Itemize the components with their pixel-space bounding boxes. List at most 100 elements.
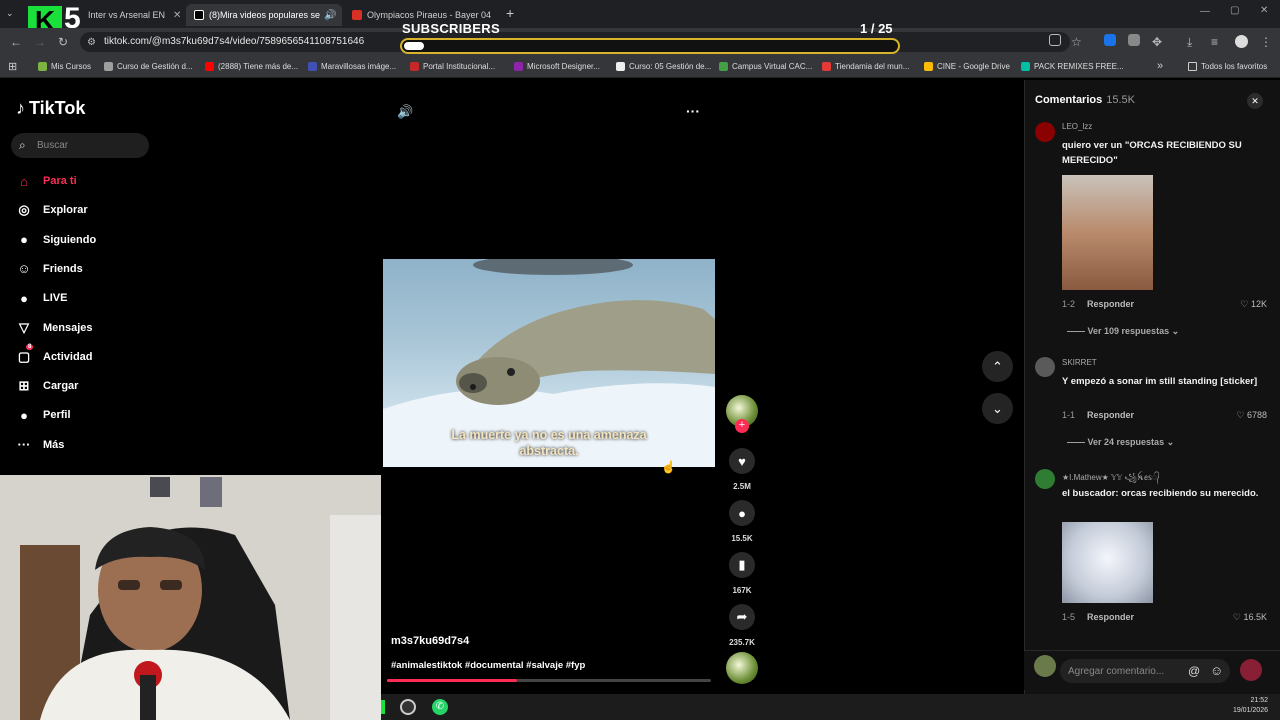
comment-image[interactable] xyxy=(1062,522,1153,603)
mute-icon[interactable]: 🔊 xyxy=(324,10,336,21)
view-replies[interactable]: —— Ver 109 respuestas ⌄ xyxy=(1067,326,1179,337)
volume-icon[interactable]: 🔊 xyxy=(397,104,413,120)
back-icon[interactable]: ← xyxy=(10,35,22,49)
sidebar-item-mensajes[interactable]: ▽ Mensajes xyxy=(16,320,93,336)
upload-icon: ⊞ xyxy=(18,378,30,394)
sidebar-item-más[interactable]: ··· Más xyxy=(16,437,65,453)
clock-date: 19/01/2026 xyxy=(1232,707,1268,714)
sidebar-item-friends[interactable]: ☺ Friends xyxy=(16,261,82,277)
video-hashtags[interactable]: #animalestiktok #documental #salvaje #fy… xyxy=(391,660,585,671)
comment-like-count: 12K xyxy=(1250,299,1267,309)
sidebar-item-explorar[interactable]: ◎ Explorar xyxy=(16,202,87,218)
clock-time: 21:52 xyxy=(1250,697,1268,704)
close-icon[interactable]: ✕ xyxy=(173,10,181,21)
like-button[interactable]: ♥ xyxy=(729,448,755,474)
sidebar-item-para-ti[interactable]: ⌂ Para ti xyxy=(16,173,77,189)
bookmark-item[interactable]: Microsoft Designer... xyxy=(514,62,600,71)
taskbar-obs-icon[interactable] xyxy=(400,699,416,715)
comment-like[interactable]: ♡ 6788 xyxy=(1223,410,1267,421)
tab-inter-arsenal[interactable]: Inter vs Arsenal EN ✕ xyxy=(80,4,182,26)
olympiacos-favicon-icon xyxy=(352,10,362,20)
cast-icon[interactable] xyxy=(1049,34,1061,46)
bookmark-item[interactable]: Mis Cursos xyxy=(38,62,91,71)
bookmark-item[interactable]: Curso de Gestión d... xyxy=(104,62,193,71)
whatsapp-icon[interactable]: ✆ xyxy=(432,699,448,715)
system-clock[interactable]: 21:52 19/01/2026 xyxy=(1233,696,1268,716)
tiktok-logo[interactable]: ♪ TikTok xyxy=(16,98,85,119)
sidebar-item-siguiendo[interactable]: ● Siguiendo xyxy=(16,232,96,248)
tab-list-button[interactable]: ⌄ xyxy=(6,8,14,19)
comment-text: quiero ver un "ORCAS RECIBIENDO SU MEREC… xyxy=(1062,140,1242,166)
follow-plus-icon[interactable]: + xyxy=(735,419,749,433)
view-replies[interactable]: —— Ver 24 respuestas ⌄ xyxy=(1067,437,1174,448)
tab-tiktok[interactable]: (8)Mira videos populares se 🔊 ✕ xyxy=(186,4,342,26)
search-icon: ⌕ xyxy=(19,138,26,152)
bookmark-item[interactable]: Campus Virtual CAC... xyxy=(719,62,812,71)
share-button[interactable]: ➦ xyxy=(729,604,755,630)
bookmark-label: CINE - Google Drive xyxy=(937,62,1010,71)
reply-button[interactable]: Responder xyxy=(1087,299,1134,309)
all-favorites-folder[interactable]: Todos los favoritos xyxy=(1188,62,1267,71)
extension-icon[interactable] xyxy=(1104,34,1116,46)
extensions-puzzle-icon[interactable]: ✥ xyxy=(1152,35,1162,49)
comment-input[interactable]: Agregar comentario... xyxy=(1060,659,1230,683)
forward-icon[interactable]: → xyxy=(34,35,46,49)
comment-button[interactable]: ● xyxy=(729,500,755,526)
bookmark-item[interactable]: (2888) Tiene más de... xyxy=(205,62,298,71)
bookmark-item[interactable]: CINE - Google Drive xyxy=(924,62,1010,71)
reply-button[interactable]: Responder xyxy=(1087,410,1134,420)
media-control-icon[interactable]: ≡ xyxy=(1211,35,1218,49)
download-icon[interactable]: ⤓ xyxy=(1187,35,1192,50)
video-more-options-icon[interactable]: ··· xyxy=(686,103,700,119)
taskbar-app-icon[interactable] xyxy=(381,700,385,714)
comment-avatar[interactable] xyxy=(1035,122,1055,142)
mention-icon[interactable]: @ xyxy=(1188,664,1200,678)
next-video-button[interactable]: ⌄ xyxy=(982,393,1013,424)
apps-grid-icon[interactable]: ⊞ xyxy=(8,60,17,73)
more-bookmarks-icon[interactable]: » xyxy=(1157,60,1163,72)
caption-line: La muerte ya no es una amenaza xyxy=(451,428,647,442)
sound-disc-icon[interactable] xyxy=(726,652,758,684)
profile-avatar[interactable] xyxy=(1235,35,1248,48)
comment-avatar[interactable] xyxy=(1035,357,1055,377)
bookmark-item[interactable]: Maravillosas imáge... xyxy=(308,62,396,71)
reload-icon[interactable]: ↻ xyxy=(58,35,68,49)
comment-like[interactable]: ♡ 16.5K xyxy=(1223,612,1267,623)
search-input[interactable]: ⌕ Buscar xyxy=(11,133,149,158)
comment-image[interactable] xyxy=(1062,175,1153,290)
sidebar-item-perfil[interactable]: ● Perfil xyxy=(16,407,70,423)
minimize-icon[interactable]: — xyxy=(1200,6,1210,17)
video-player[interactable]: La muerte ya no es una amenaza abstracta… xyxy=(383,259,715,467)
comment-meta: 1-2 Responder xyxy=(1062,299,1134,309)
reply-button[interactable]: Responder xyxy=(1087,612,1134,622)
sidebar-item-cargar[interactable]: ⊞ Cargar xyxy=(16,378,79,394)
maximize-icon[interactable]: ▢ xyxy=(1230,5,1239,16)
comment-username[interactable]: LEO_lzz xyxy=(1062,122,1092,131)
new-tab-button[interactable]: + xyxy=(506,5,514,21)
comment-avatar[interactable] xyxy=(1035,469,1055,489)
comment-username[interactable]: SKIRRET xyxy=(1062,358,1097,367)
tab-label: Inter vs Arsenal EN xyxy=(88,10,166,20)
browser-menu-icon[interactable]: ⋮ xyxy=(1260,35,1272,49)
bookmark-item[interactable]: Tiendamia del mun... xyxy=(822,62,909,71)
chevron-down-icon: ⌄ xyxy=(992,400,1003,416)
save-button[interactable]: ▮ xyxy=(729,552,755,578)
extension-icon[interactable] xyxy=(1128,34,1140,46)
comment-like[interactable]: ♡ 12K xyxy=(1223,299,1267,310)
previous-video-button[interactable]: ⌃ xyxy=(982,351,1013,382)
emoji-icon[interactable]: ☺ xyxy=(1210,663,1223,678)
close-comments-button[interactable]: ✕ xyxy=(1247,93,1263,109)
bookmark-star-icon[interactable]: ☆ xyxy=(1071,35,1082,49)
bookmark-item[interactable]: Curso: 05 Gestión de... xyxy=(616,62,711,71)
bookmark-favicon-icon xyxy=(924,62,933,71)
bookmark-item[interactable]: Portal Institucional... xyxy=(410,62,495,71)
video-author[interactable]: m3s7ku69d7s4 xyxy=(391,635,469,647)
video-progress-track[interactable] xyxy=(387,679,711,682)
sidebar-item-live[interactable]: ● LIVE xyxy=(16,290,67,306)
bookmark-item[interactable]: PACK REMIXES FREE... xyxy=(1021,62,1124,71)
sidebar-item-actividad[interactable]: ▢ 8 Actividad xyxy=(16,343,93,365)
site-info-icon[interactable]: ⚙ xyxy=(87,37,96,48)
post-comment-icon[interactable] xyxy=(1240,659,1262,681)
comment-count: 15.5K xyxy=(731,534,753,543)
close-window-icon[interactable]: ✕ xyxy=(1260,5,1268,16)
